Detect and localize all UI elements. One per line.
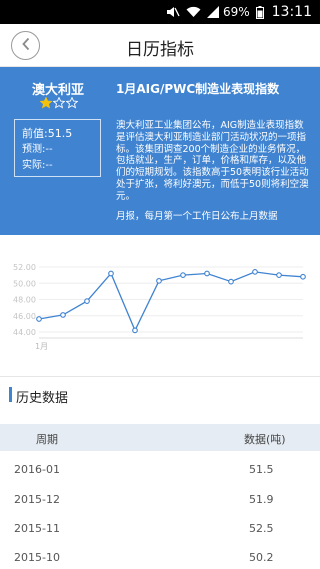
- data-point: [180, 272, 186, 278]
- indicator-description: 澳大利亚工业集团公布，AIG制造业表现指数是评估澳大利亚制造业部门活动状况的一项…: [116, 120, 309, 202]
- battery-icon: [255, 5, 264, 19]
- data-point: [300, 273, 306, 280]
- wifi-icon: [186, 6, 201, 18]
- y-tick-label: 52.00: [13, 263, 36, 272]
- data-point: [108, 270, 114, 277]
- battery-percent: 69%: [222, 5, 250, 19]
- history-title: 历史数据: [16, 391, 69, 406]
- row-value: 50.2: [249, 551, 274, 564]
- star-empty-icon: [53, 97, 65, 109]
- y-tick-label: 44.00: [13, 328, 36, 337]
- data-point: [276, 272, 282, 278]
- series-line: [38, 271, 304, 332]
- row-period: 2015-12: [14, 493, 60, 506]
- history-chart: 52.00 50.00 48.00 46.00 44.00 1月: [13, 263, 306, 351]
- release-frequency: 月报，每月第一个工作日公布上月数据: [116, 211, 278, 222]
- section-accent-bar: [9, 387, 12, 402]
- column-header-value: 数据(吨): [244, 433, 286, 446]
- data-point: [132, 327, 138, 334]
- data-point: [252, 269, 258, 275]
- y-tick-label: 50.00: [13, 279, 36, 288]
- app-header: 日历指标: [0, 24, 320, 67]
- y-tick-label: 48.00: [13, 296, 36, 305]
- table-row[interactable]: 2015-10 50.2: [0, 544, 320, 569]
- row-period: 2015-11: [14, 522, 60, 535]
- table-row[interactable]: 2015-12 51.9: [0, 486, 320, 515]
- mute-icon: [166, 6, 180, 18]
- row-period: 2015-10: [14, 551, 60, 564]
- data-point: [204, 270, 210, 277]
- table-row[interactable]: 2015-11 52.5: [0, 515, 320, 544]
- column-header-period: 周期: [36, 433, 58, 446]
- star-empty-icon: [66, 97, 78, 109]
- data-point: [60, 312, 66, 318]
- row-value: 51.5: [249, 463, 274, 476]
- y-tick-label: 46.00: [13, 312, 36, 321]
- star-filled-icon: [40, 97, 52, 109]
- indicator-panel: 澳大利亚 前值:51.5 预测:-- 实际:-- 1月AIG/PWC制造业表现指…: [0, 67, 320, 235]
- data-point: [228, 278, 234, 285]
- row-value: 51.9: [249, 493, 274, 506]
- indicator-title: 1月AIG/PWC制造业表现指数: [116, 82, 280, 96]
- history-section-header: 历史数据: [0, 376, 320, 412]
- country-name: 澳大利亚: [31, 83, 84, 98]
- data-point: [84, 298, 90, 304]
- table-header: 周期 数据(吨): [0, 424, 320, 451]
- forecast-value: 预测:--: [22, 144, 53, 155]
- x-tick-label: 1月: [35, 342, 48, 351]
- signal-icon: [206, 6, 219, 18]
- previous-value: 前值:51.5: [22, 127, 73, 140]
- row-value: 52.5: [249, 522, 274, 535]
- table-row[interactable]: 2016-01 51.5: [0, 456, 320, 485]
- actual-value: 实际:--: [22, 160, 53, 171]
- importance-stars: [40, 97, 78, 109]
- data-point: [36, 316, 42, 322]
- page-title: 日历指标: [126, 40, 194, 60]
- status-bar: 69% 13:11: [0, 0, 320, 24]
- data-point: [156, 277, 162, 284]
- row-period: 2016-01: [14, 463, 60, 476]
- stats-box: 前值:51.5 预测:-- 实际:--: [14, 119, 101, 177]
- clock: 13:11: [271, 4, 312, 20]
